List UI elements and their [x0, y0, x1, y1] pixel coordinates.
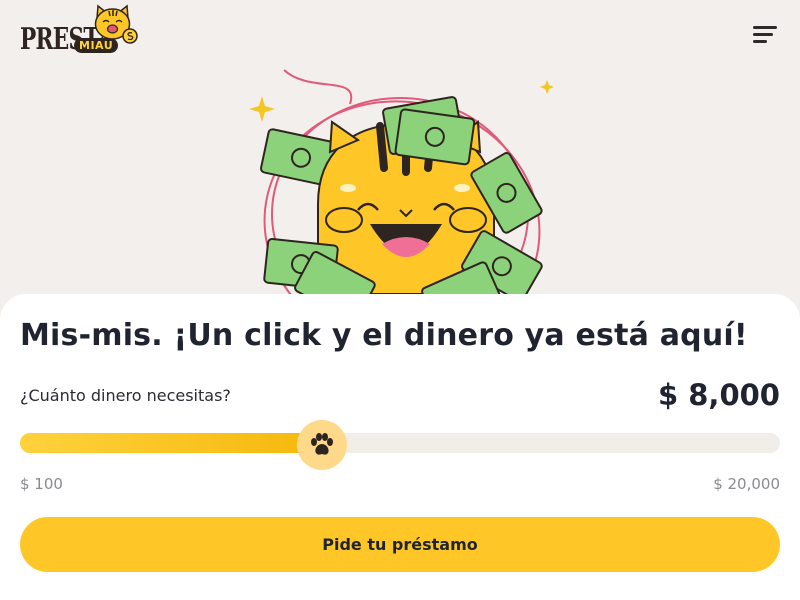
- hamburger-menu-icon[interactable]: [748, 22, 782, 48]
- amount-slider-thumb[interactable]: [296, 420, 347, 470]
- amount-slider-track[interactable]: [20, 433, 780, 453]
- slider-min-label: $ 100: [20, 475, 63, 493]
- selected-amount: $ 8,000: [657, 378, 780, 412]
- logo-cat-icon: [94, 4, 138, 44]
- request-loan-button[interactable]: Pide tu préstamo: [20, 517, 780, 572]
- slider-max-label: $ 20,000: [713, 475, 780, 493]
- presta-miau-logo[interactable]: PRESTA MIAU: [18, 4, 138, 60]
- amount-question-label: ¿Cuánto dinero necesitas?: [20, 386, 231, 405]
- app-header: PRESTA MIAU: [0, 0, 800, 70]
- happy-cat-money-illustration: [249, 69, 554, 304]
- page-title: Mis-mis. ¡Un click y el dinero ya está a…: [20, 318, 748, 353]
- paw-icon: [310, 433, 333, 455]
- amount-slider-fill: [20, 433, 332, 453]
